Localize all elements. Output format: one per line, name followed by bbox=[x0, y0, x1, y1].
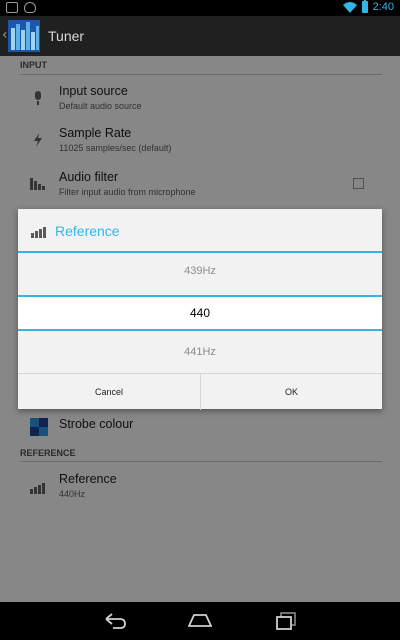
action-bar: ‹ Tuner bbox=[0, 16, 400, 56]
recent-apps-icon[interactable] bbox=[275, 610, 299, 632]
app-title: Tuner bbox=[48, 28, 85, 44]
wifi-icon bbox=[342, 2, 357, 13]
home-icon[interactable] bbox=[188, 610, 212, 632]
status-left-icons bbox=[6, 2, 36, 13]
picker-next-value[interactable]: 441Hz bbox=[18, 346, 382, 358]
back-icon[interactable] bbox=[103, 610, 127, 632]
dialog-title-divider bbox=[18, 251, 382, 253]
status-bar: 2:40 bbox=[0, 0, 400, 16]
dialog-button-bar: Cancel OK bbox=[18, 373, 382, 410]
picker-selection-bottom-line bbox=[18, 329, 382, 331]
image-icon bbox=[6, 2, 18, 13]
navigation-bar bbox=[0, 602, 400, 640]
signal-bars-icon bbox=[31, 227, 46, 238]
cancel-button[interactable]: Cancel bbox=[18, 374, 200, 410]
picker-previous-value[interactable]: 439Hz bbox=[18, 265, 382, 277]
reference-dialog: Reference 439Hz 440 441Hz Cancel OK bbox=[18, 209, 382, 410]
dialog-header: Reference bbox=[18, 209, 382, 251]
dialog-title: Reference bbox=[55, 223, 120, 239]
status-right-icons: 2:40 bbox=[342, 0, 394, 13]
picker-selection-top-line bbox=[18, 295, 382, 297]
battery-icon bbox=[361, 0, 368, 13]
clock: 2:40 bbox=[372, 1, 394, 13]
app-logo-icon[interactable] bbox=[8, 20, 40, 52]
back-chevron-icon[interactable]: ‹ bbox=[2, 28, 8, 42]
picker-current-value[interactable]: 440 bbox=[18, 306, 382, 320]
ok-button[interactable]: OK bbox=[200, 374, 382, 410]
cat-notification-icon bbox=[24, 2, 36, 13]
